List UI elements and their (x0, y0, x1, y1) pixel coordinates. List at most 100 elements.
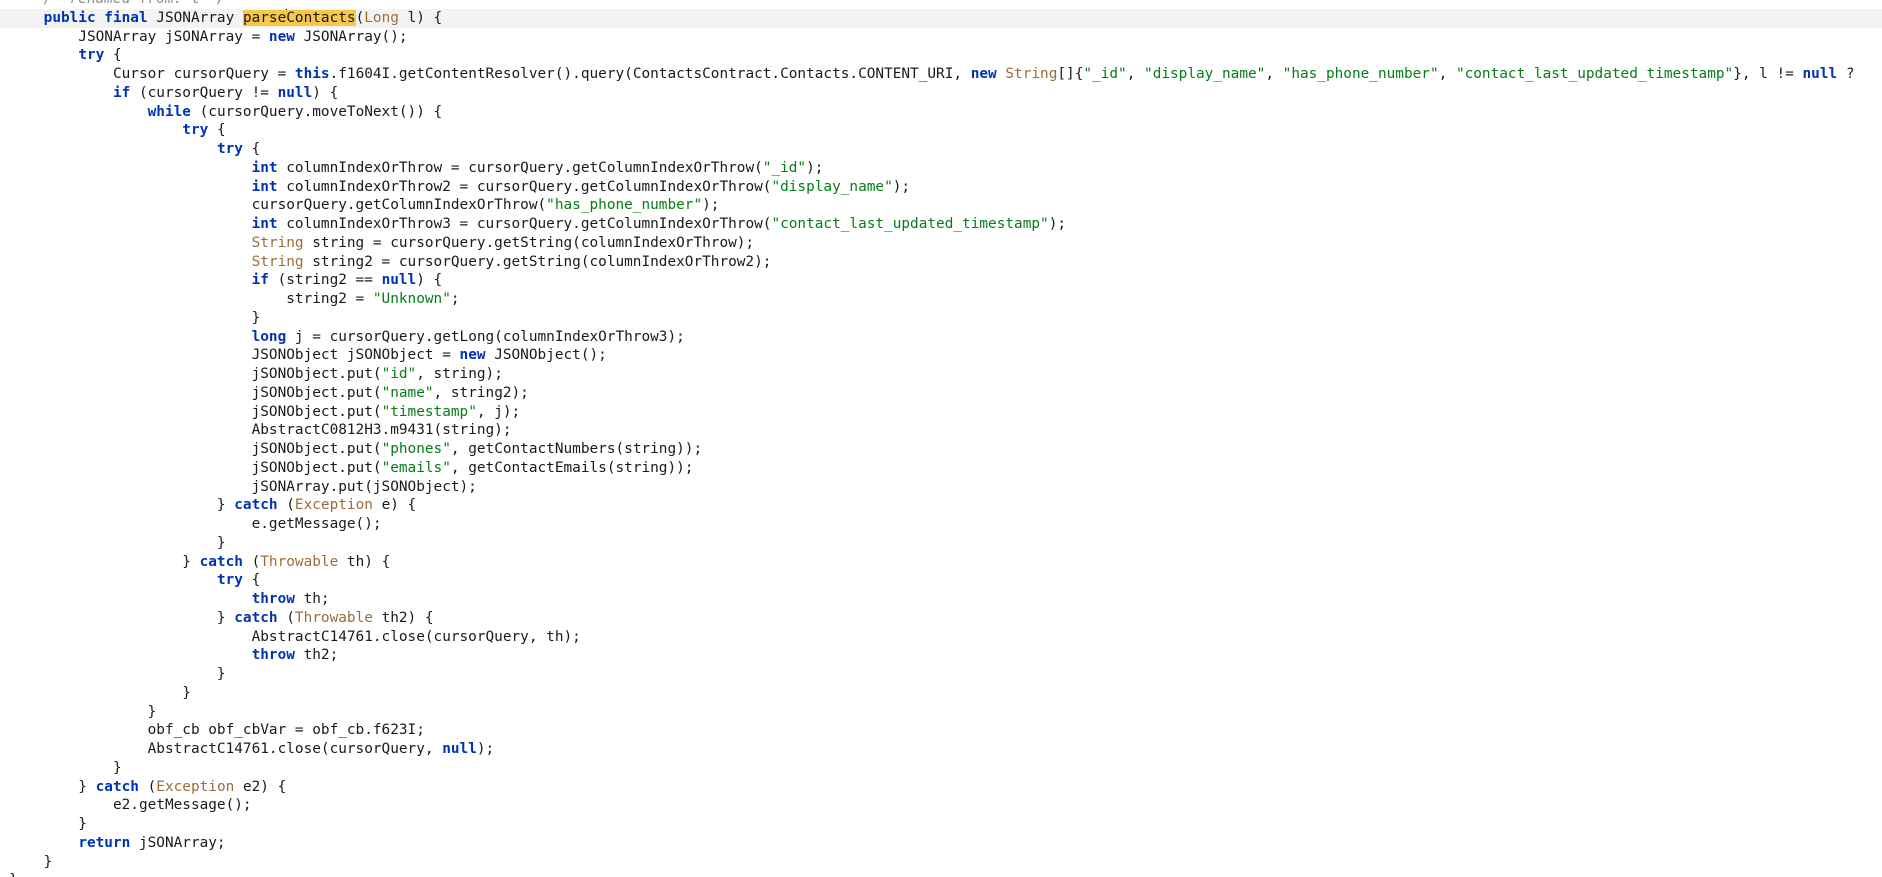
code-token: if (251, 272, 269, 289)
code-line[interactable]: String string2 = cursorQuery.getString(c… (9, 253, 1882, 272)
code-line[interactable]: long j = cursorQuery.getLong(columnIndex… (9, 328, 1882, 347)
code-line[interactable]: try { (9, 46, 1882, 65)
code-token: } (9, 816, 87, 832)
code-token: } (9, 778, 96, 795)
code-token: th2; (294, 647, 339, 664)
code-line[interactable]: } (9, 703, 1882, 722)
code-token: "display_name" (771, 178, 893, 195)
code-line[interactable]: AbstractC14761.close(cursorQuery, th); (9, 628, 1882, 647)
code-token: ( (242, 553, 261, 570)
code-token: , string); (416, 366, 503, 382)
code-line[interactable]: jSONObject.put("phones", getContactNumbe… (9, 440, 1882, 459)
code-token: } (9, 553, 200, 570)
code-line[interactable]: } (9, 534, 1882, 553)
code-line[interactable]: while (cursorQuery.moveToNext()) { (9, 103, 1882, 122)
code-line[interactable]: } catch (Exception e) { (9, 496, 1882, 515)
code-line[interactable]: } (9, 871, 1882, 877)
code-token: return (78, 834, 131, 851)
code-token: "emails" (381, 459, 451, 476)
code-token: }, l != (1733, 66, 1803, 82)
code-editor[interactable]: /* renamed from: l */ public final JSONA… (0, 0, 1882, 877)
code-token: /* renamed from: l */ (9, 0, 226, 7)
code-token: new (459, 347, 486, 364)
code-line[interactable]: JSONObject jSONObject = new JSONObject()… (9, 346, 1882, 365)
code-token: Cursor cursorQuery = (9, 66, 295, 82)
code-token: "_id" (762, 159, 807, 176)
code-token: while (147, 103, 191, 120)
code-token: ); (892, 178, 911, 195)
code-token: ( (277, 609, 295, 626)
code-token: l) { (398, 9, 443, 26)
code-token: Exception (156, 778, 235, 795)
code-line[interactable]: jSONObject.put("id", string); (9, 365, 1882, 384)
code-token: Throwable (260, 553, 339, 570)
code-token: "contact_last_updated_timestamp" (1455, 66, 1734, 82)
code-token: columnIndexOrThrow2 = cursorQuery.getCol… (277, 178, 772, 195)
search-highlight: parse (242, 9, 287, 26)
code-token: catch (95, 778, 139, 795)
code-line[interactable]: e2.getMessage(); (9, 796, 1882, 815)
code-line[interactable]: jSONObject.put("name", string2); (9, 384, 1882, 403)
code-line[interactable]: } (9, 759, 1882, 778)
code-token: try (216, 572, 243, 589)
code-line[interactable]: } catch (Throwable th2) { (9, 609, 1882, 628)
code-token: e2) { (234, 778, 287, 795)
code-line[interactable]: } catch (Exception e2) { (9, 778, 1882, 797)
code-token: } (9, 759, 122, 776)
code-token: jSONArray; (130, 834, 226, 851)
code-line[interactable]: return jSONArray; (9, 834, 1882, 853)
code-token: { (104, 47, 122, 64)
code-token: "has_phone_number" (1282, 66, 1439, 82)
code-line[interactable]: AbstractC0812H3.m9431(string); (9, 421, 1882, 440)
code-line[interactable]: obf_cb obf_cbVar = obf_cb.f623I; (9, 721, 1882, 740)
code-line[interactable]: jSONArray.put(jSONObject); (9, 478, 1882, 497)
code-line[interactable]: try { (9, 571, 1882, 590)
code-token: ); (1048, 216, 1067, 232)
code-line[interactable]: } (9, 665, 1882, 684)
code-line[interactable]: if (cursorQuery != null) { (9, 84, 1882, 103)
code-view[interactable]: /* renamed from: l */ public final JSONA… (0, 0, 1882, 877)
code-line[interactable]: try { (9, 121, 1882, 140)
code-line[interactable]: if (string2 == null) { (9, 271, 1882, 290)
code-token: catch (234, 497, 278, 514)
code-line[interactable]: JSONArray jSONArray = new JSONArray(); (9, 28, 1882, 47)
code-token: JSONObject jSONObject = (9, 347, 460, 364)
code-line[interactable]: } (9, 684, 1882, 703)
code-token: ? (1837, 66, 1855, 82)
current-line[interactable]: public final JSONArray parseContacts(Lon… (0, 8, 1882, 28)
code-line[interactable]: String string = cursorQuery.getString(co… (9, 234, 1882, 253)
code-line[interactable]: int columnIndexOrThrow3 = cursorQuery.ge… (9, 215, 1882, 234)
code-line[interactable]: throw th2; (9, 646, 1882, 665)
code-token: null (277, 84, 313, 101)
code-token: String (251, 253, 304, 270)
code-token: this (294, 66, 330, 82)
code-line[interactable]: } (9, 853, 1882, 872)
code-line[interactable]: /* renamed from: l */ (9, 0, 1882, 9)
code-token: } (9, 609, 235, 626)
code-token: columnIndexOrThrow3 = cursorQuery.getCol… (277, 216, 772, 232)
code-line[interactable]: int columnIndexOrThrow = cursorQuery.get… (9, 159, 1882, 178)
code-line[interactable]: int columnIndexOrThrow2 = cursorQuery.ge… (9, 178, 1882, 197)
code-line[interactable]: throw th; (9, 590, 1882, 609)
code-line[interactable]: } (9, 815, 1882, 834)
code-token: th) { (338, 553, 391, 570)
code-token: } (9, 534, 226, 551)
code-line[interactable]: } (9, 309, 1882, 328)
code-token: jSONObject.put( (9, 366, 382, 382)
code-line[interactable]: e.getMessage(); (9, 515, 1882, 534)
code-token: , (1265, 66, 1283, 82)
code-line[interactable]: try { (9, 140, 1882, 159)
code-line[interactable]: cursorQuery.getColumnIndexOrThrow("has_p… (9, 196, 1882, 215)
code-token: (cursorQuery.moveToNext()) { (190, 103, 443, 120)
code-line[interactable]: jSONObject.put("timestamp", j); (9, 403, 1882, 422)
code-line[interactable]: string2 = "Unknown"; (9, 290, 1882, 309)
code-token: AbstractC14761.close(cursorQuery, (9, 741, 443, 757)
code-line[interactable]: Cursor cursorQuery = this.f1604I.getCont… (9, 65, 1882, 84)
code-line[interactable]: jSONObject.put("emails", getContactEmail… (9, 459, 1882, 478)
code-line[interactable]: } catch (Throwable th) { (9, 553, 1882, 572)
code-token: ) { (312, 84, 339, 101)
code-line[interactable]: AbstractC14761.close(cursorQuery, null); (9, 740, 1882, 759)
